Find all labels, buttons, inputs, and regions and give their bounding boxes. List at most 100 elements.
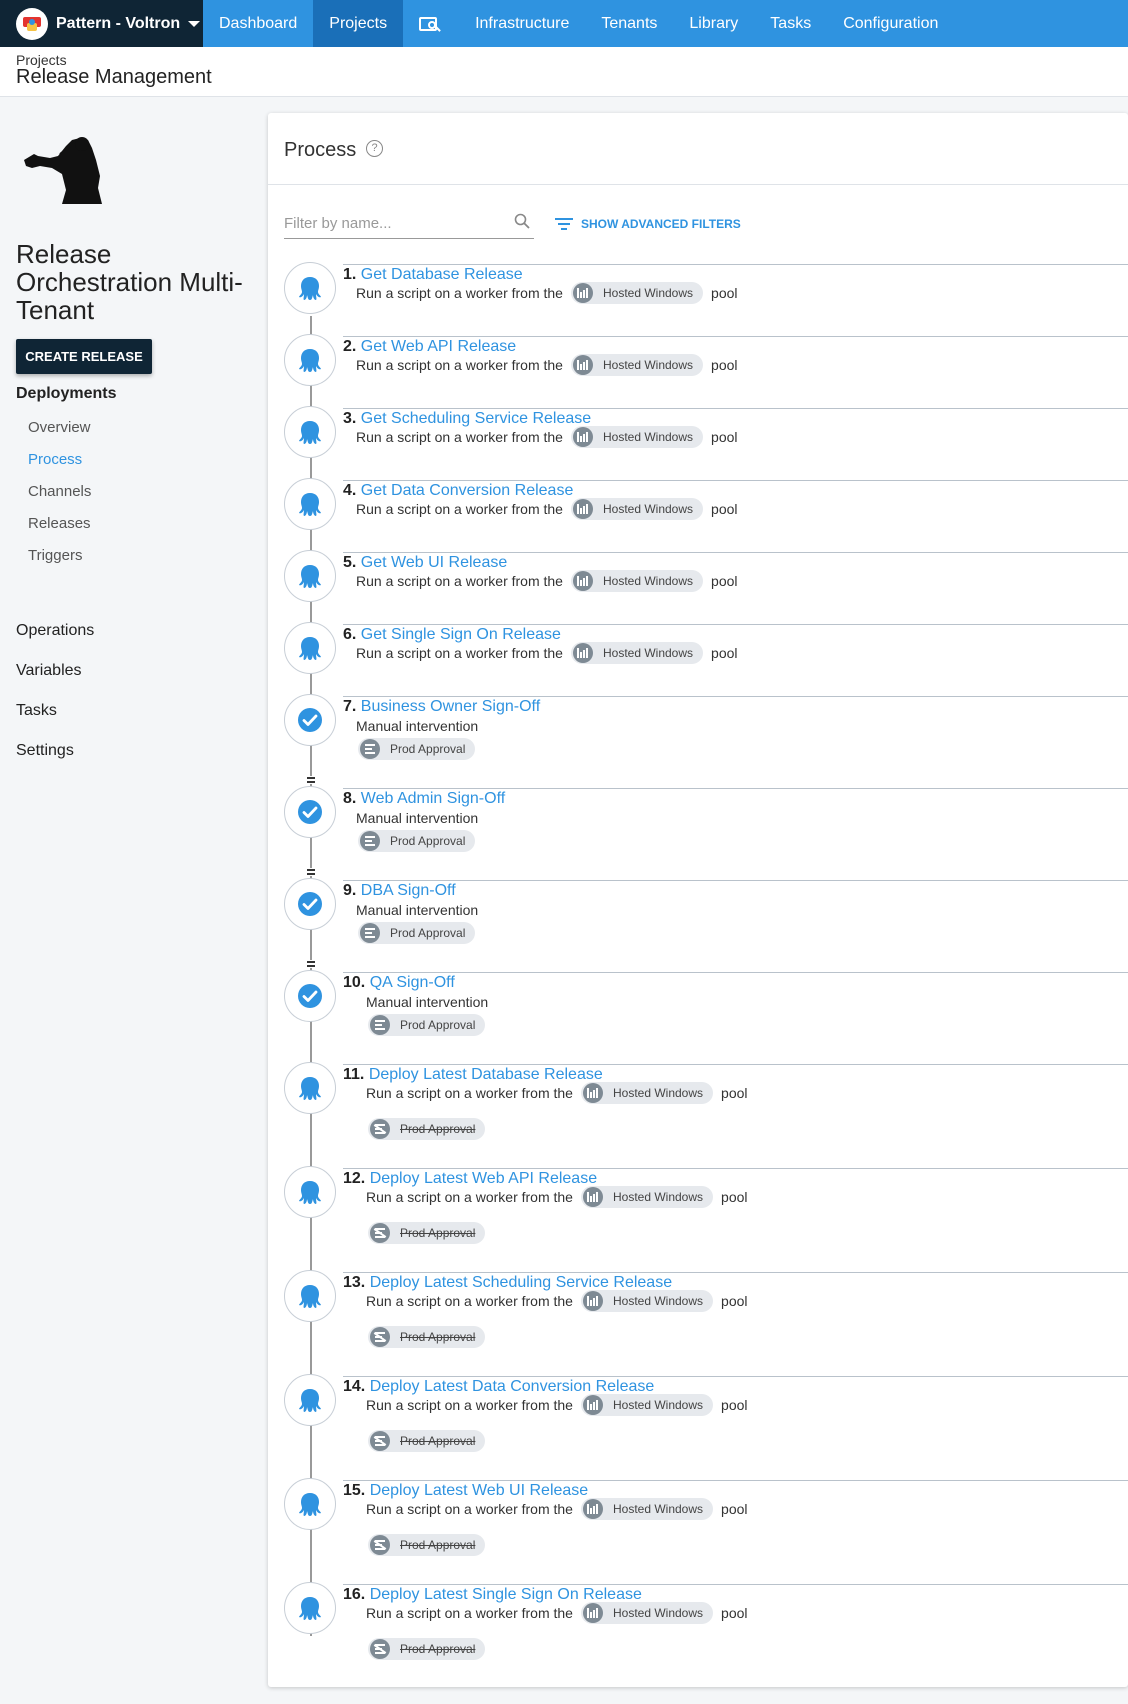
excluded-environment-chip[interactable]: Prod Approval [368,1534,486,1556]
octopus-script-icon[interactable] [284,550,336,602]
conductor-logo-icon [24,137,102,204]
manual-intervention-icon[interactable] [284,970,336,1022]
worker-pool-chip[interactable]: Hosted Windows [570,498,704,520]
step-number: 12. [343,1170,366,1187]
worker-pool-chip[interactable]: Hosted Windows [570,354,704,376]
worker-pool-chip[interactable]: Hosted Windows [570,426,704,448]
step-name-link[interactable]: Deploy Latest Web UI Release [370,1482,588,1499]
nav-library[interactable]: Library [673,0,754,47]
step-divider [343,1272,1128,1273]
step-name-link[interactable]: Deploy Latest Data Conversion Release [370,1378,655,1395]
octopus-script-icon[interactable] [284,1270,336,1322]
step-name-link[interactable]: Get Database Release [361,266,523,283]
step-name-link[interactable]: QA Sign-Off [370,974,455,991]
nav-projects[interactable]: Projects [313,0,404,47]
octopus-script-icon[interactable] [284,1582,336,1634]
worker-pool-chip[interactable]: Hosted Windows [580,1290,714,1312]
space-switcher[interactable]: Pattern - Voltron [0,0,203,47]
worker-pool-icon [582,1083,603,1103]
step-name-link[interactable]: Deploy Latest Single Sign On Release [370,1586,642,1603]
excluded-environment-chip[interactable]: Prod Approval [368,1118,486,1140]
octopus-script-icon[interactable] [284,478,336,530]
worker-suffix: pool [711,429,738,445]
worker-pool-chip[interactable]: Hosted Windows [580,1602,714,1624]
worker-suffix: pool [711,357,738,373]
step-number: 7. [343,698,357,715]
excluded-environment-chip[interactable]: Prod Approval [368,1430,486,1452]
panel-header: Process ? [268,113,1128,185]
worker-pool-chip[interactable]: Hosted Windows [570,282,704,304]
environment-chip[interactable]: Prod Approval [358,922,476,944]
environment-chip[interactable]: Prod Approval [358,738,476,760]
step-name-link[interactable]: Get Single Sign On Release [361,626,561,643]
nav-tenants[interactable]: Tenants [585,0,673,47]
nav-configuration[interactable]: Configuration [827,0,954,47]
sidebar-item-operations[interactable]: Operations [16,622,94,640]
octopus-script-icon[interactable] [284,1166,336,1218]
octopus-script-icon[interactable] [284,1478,336,1530]
step-name-link[interactable]: Get Scheduling Service Release [361,410,591,427]
environment-icon [370,1119,390,1139]
step-name-link[interactable]: Get Data Conversion Release [361,482,574,499]
sidebar-item-variables[interactable]: Variables [16,662,82,680]
step-divider [343,408,1128,409]
step-number: 14. [343,1378,366,1395]
step-name-link[interactable]: DBA Sign-Off [361,882,456,899]
excluded-environment-chip[interactable]: Prod Approval [368,1638,486,1660]
sidebar-item-settings[interactable]: Settings [16,742,74,760]
worker-pool-chip[interactable]: Hosted Windows [570,570,704,592]
step-name-link[interactable]: Web Admin Sign-Off [361,790,505,807]
worker-pool-chip[interactable]: Hosted Windows [570,642,704,664]
octopus-script-icon[interactable] [284,1062,336,1114]
worker-suffix: pool [721,1397,748,1413]
octopus-script-icon[interactable] [284,622,336,674]
sidebar-item-process[interactable]: Process [28,451,82,468]
step-number: 6. [343,626,357,643]
sidebar-item-releases[interactable]: Releases [28,515,91,532]
nav-tasks[interactable]: Tasks [754,0,827,47]
step-name-link[interactable]: Get Web API Release [361,338,516,355]
manual-intervention-icon[interactable] [284,786,336,838]
worker-prefix: Run a script on a worker from the [366,1397,573,1413]
search-icon[interactable] [514,213,530,229]
octopus-script-icon[interactable] [284,1374,336,1426]
step-divider [343,1064,1128,1065]
sidebar-item-overview[interactable]: Overview [28,419,91,436]
step-description: Run a script on a worker from the Hosted … [356,426,738,448]
sidebar-deployments-heading[interactable]: Deployments [16,385,116,403]
step-name-link[interactable]: Business Owner Sign-Off [361,698,540,715]
sidebar-item-triggers[interactable]: Triggers [28,547,82,564]
step-description: Manual intervention [366,994,489,1010]
worker-pool-chip[interactable]: Hosted Windows [580,1082,714,1104]
worker-pool-chip[interactable]: Hosted Windows [580,1186,714,1208]
filter-input[interactable] [284,209,504,237]
nav-dashboard[interactable]: Dashboard [203,0,313,47]
environment-chip[interactable]: Prod Approval [358,830,476,852]
nav-search[interactable] [403,0,459,47]
help-icon[interactable]: ? [366,140,383,157]
step-name-link[interactable]: Deploy Latest Scheduling Service Release [370,1274,672,1291]
manual-intervention-icon[interactable] [284,878,336,930]
worker-pool-chip[interactable]: Hosted Windows [580,1394,714,1416]
excluded-environment-chip[interactable]: Prod Approval [368,1326,486,1348]
environment-chip[interactable]: Prod Approval [368,1014,486,1036]
step-name-link[interactable]: Deploy Latest Database Release [369,1066,603,1083]
sidebar-item-channels[interactable]: Channels [28,483,91,500]
manual-intervention-icon[interactable] [284,694,336,746]
nav-infrastructure[interactable]: Infrastructure [459,0,585,47]
excluded-environment-chip[interactable]: Prod Approval [368,1222,486,1244]
worker-pool-name: Hosted Windows [612,1502,704,1516]
show-advanced-filters-button[interactable]: SHOW ADVANCED FILTERS [555,217,741,231]
octopus-script-icon[interactable] [284,334,336,386]
worker-pool-chip[interactable]: Hosted Windows [580,1498,714,1520]
octopus-script-icon[interactable] [284,406,336,458]
create-release-button[interactable]: CREATE RELEASE [16,339,152,374]
worker-prefix: Run a script on a worker from the [356,501,563,517]
step-description: Run a script on a worker from the Hosted … [366,1394,748,1416]
worker-pool-name: Hosted Windows [612,1190,704,1204]
octopus-script-icon[interactable] [284,262,336,314]
step-name-link[interactable]: Deploy Latest Web API Release [370,1170,597,1187]
process-step: 13. Deploy Latest Scheduling Service Rel… [268,1270,1128,1374]
sidebar-item-tasks[interactable]: Tasks [16,702,57,720]
step-name-link[interactable]: Get Web UI Release [361,554,507,571]
